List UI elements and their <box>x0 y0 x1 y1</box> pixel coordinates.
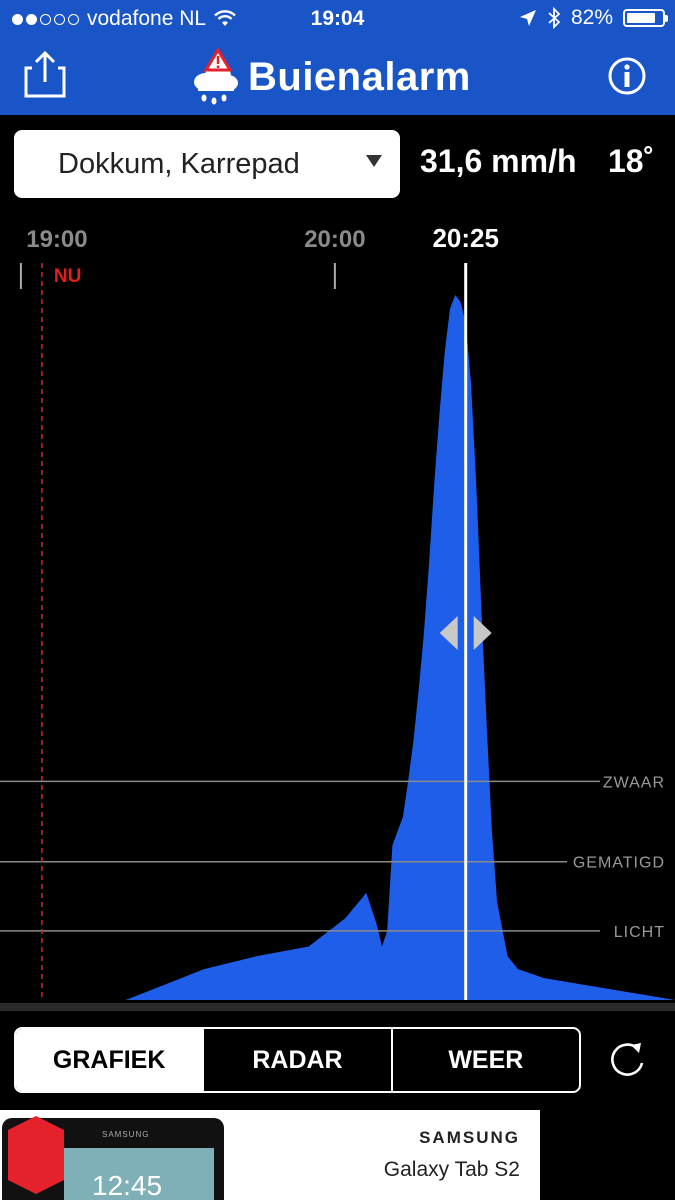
rain-cloud-alert-icon <box>194 48 238 105</box>
ad-banner[interactable]: SAMSUNG 12:45 SAMSUNG Galaxy Tab S2 <box>0 1110 540 1200</box>
battery-icon <box>623 9 668 27</box>
view-tabs: GRAFIEK RADAR WEER <box>14 1027 581 1093</box>
tab-weer[interactable]: WEER <box>390 1029 579 1091</box>
ad-clock: 12:45 <box>92 1170 163 1200</box>
now-label: NU <box>54 266 81 287</box>
info-icon[interactable] <box>607 56 647 96</box>
threshold-label: LICHT <box>614 924 665 941</box>
app-logo: Buienalarm <box>190 48 471 106</box>
chart-divider <box>0 1003 675 1011</box>
ad-brand: SAMSUNG <box>419 1128 520 1147</box>
time-tick-label: 19:00 <box>26 226 87 253</box>
bluetooth-icon <box>548 7 561 29</box>
temperature: 18˚ <box>608 143 655 179</box>
device-brand: SAMSUNG <box>102 1130 150 1139</box>
status-bar: vodafone NL 19:04 82% <box>0 0 675 38</box>
threshold-label: GEMATIGD <box>573 855 665 872</box>
share-icon[interactable] <box>24 50 66 98</box>
rain-chart[interactable]: ZWAAR GEMATIGD LICHT 19:00 20:00 NU 20:25 <box>0 215 675 1015</box>
award-badge-icon <box>8 1116 64 1194</box>
selected-time-label: 20:25 <box>432 223 499 253</box>
location-arrow-icon <box>519 10 536 26</box>
app-header: Buienalarm <box>0 38 675 115</box>
app-title: Buienalarm <box>248 54 471 99</box>
location-label: Dokkum, Karrepad <box>58 148 300 180</box>
tab-grafiek[interactable]: GRAFIEK <box>16 1029 203 1091</box>
rain-area <box>0 295 675 1000</box>
tab-radar[interactable]: RADAR <box>202 1029 390 1091</box>
threshold-label: ZWAAR <box>603 774 665 791</box>
rain-rate: 31,6 mm/h <box>420 143 577 179</box>
refresh-icon[interactable] <box>605 1037 649 1083</box>
chevron-down-icon <box>366 155 382 167</box>
location-dropdown[interactable]: Dokkum, Karrepad <box>14 130 400 198</box>
status-right: 82% <box>519 6 668 30</box>
ad-model: Galaxy Tab S2 <box>383 1158 520 1181</box>
battery-percent: 82% <box>570 6 613 29</box>
time-tick-label: 20:00 <box>304 226 365 253</box>
